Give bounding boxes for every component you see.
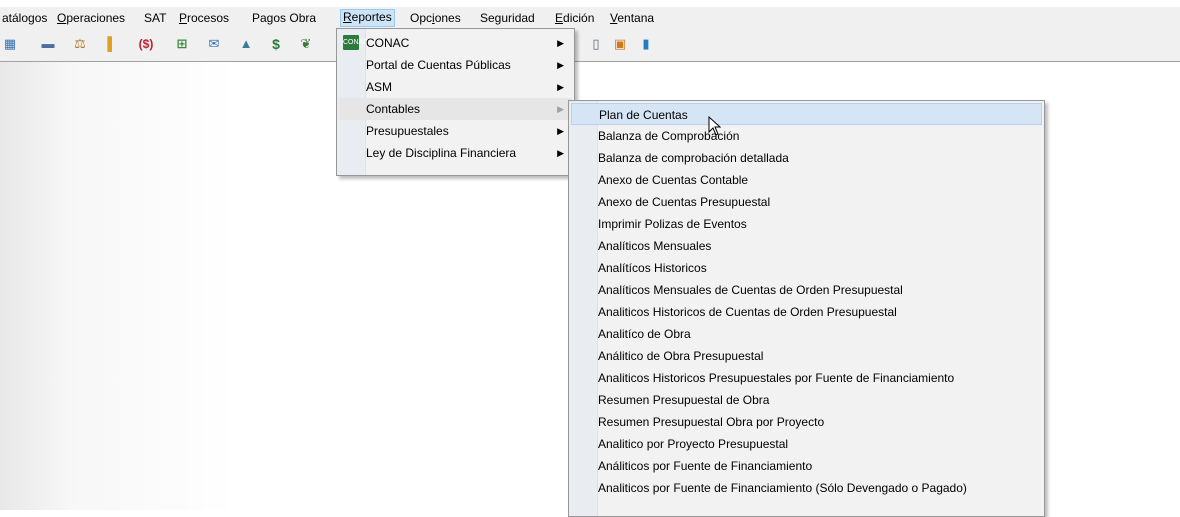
menu-item-label: Analitico por Proyecto Presupuestal <box>598 437 789 451</box>
menu-reportes[interactable]: Reportes <box>340 9 395 27</box>
submenu-arrow-icon: ▶ <box>557 148 564 158</box>
toolbar: ▦ ▬ ⚖ ▌ ($) ⊞ ✉ ▲ $ ❦ ▯ ▣ ▮ <box>0 27 1180 62</box>
menu-item-label: Resumen Presupuestal Obra por Proyecto <box>598 415 825 429</box>
menu-item-analitico-proyecto-presupuestal[interactable]: Analitico por Proyecto Presupuestal <box>571 433 1042 455</box>
plug-icon[interactable]: ▮ <box>638 36 654 52</box>
menu-item-anexo-cuentas-contable[interactable]: Anexo de Cuentas Contable <box>571 169 1042 191</box>
menu-label: dición <box>563 11 595 25</box>
menu-item-analiticos-fuente-financiamiento-devengado[interactable]: Analiticos por Fuente de Financiamiento … <box>571 477 1042 499</box>
submenu-arrow-icon: ▶ <box>557 60 564 70</box>
menu-edicion[interactable]: Edición <box>553 10 596 26</box>
envelope-chart-icon[interactable]: ✉ <box>206 36 222 52</box>
building-icon[interactable]: ⊞ <box>174 36 190 52</box>
leaf-icon[interactable]: ❦ <box>298 36 314 52</box>
menu-item-label: Analiticos Historicos Presupuestales por… <box>598 371 955 385</box>
menu-item-label: Analiticos Historicos de Cuentas de Orde… <box>598 305 897 319</box>
menu-item-analiticos-historicos-fuente-financiamiento[interactable]: Analiticos Historicos Presupuestales por… <box>571 367 1042 389</box>
contables-submenu: Plan de Cuentas Balanza de Comprobación … <box>568 100 1045 517</box>
menu-item-resumen-presupuestal-obra[interactable]: Resumen Presupuestal de Obra <box>571 389 1042 411</box>
grid-icon[interactable]: ▦ <box>2 36 18 52</box>
menu-item-analitico-obra-presupuestal[interactable]: Análitico de Obra Presupuestal <box>571 345 1042 367</box>
menu-item-anexo-cuentas-presupuestal[interactable]: Anexo de Cuentas Presupuestal <box>571 191 1042 213</box>
menu-mnemonic: E <box>555 11 564 25</box>
menu-bar: atálogos Operaciones SAT Procesos Pagos … <box>0 7 1180 27</box>
menu-label: Opc <box>410 11 433 25</box>
menu-item-analitico-de-obra[interactable]: Analitíco de Obra <box>571 323 1042 345</box>
menu-label: Seguridad <box>480 11 535 25</box>
menu-item-conac[interactable]: CONAC CONAC ▶ <box>339 32 572 54</box>
menu-item-balanza-comprobacion[interactable]: Balanza de Comprobación <box>571 125 1042 147</box>
menu-item-imprimir-polizas-eventos[interactable]: Imprimir Polizas de Eventos <box>571 213 1042 235</box>
menu-item-portal-cuentas-publicas[interactable]: Portal de Cuentas Públicas ▶ <box>339 54 572 76</box>
calculator-icon[interactable]: ▬ <box>40 36 56 52</box>
menu-item-label: Contables <box>366 102 421 116</box>
menu-item-analiticos-historicos-cuentas-orden[interactable]: Analiticos Historicos de Cuentas de Orde… <box>571 301 1042 323</box>
menu-procesos[interactable]: Procesos <box>177 10 231 26</box>
menu-item-label: ASM <box>366 80 393 94</box>
menu-mnemonic: R <box>343 10 352 24</box>
submenu-arrow-icon: ▶ <box>557 104 564 114</box>
menu-label: Pagos Obra <box>252 11 317 25</box>
menu-mnemonic: O <box>57 11 67 25</box>
menu-item-resumen-presupuestal-obra-proyecto[interactable]: Resumen Presupuestal Obra por Proyecto <box>571 411 1042 433</box>
menu-item-label: Resumen Presupuestal de Obra <box>598 393 770 407</box>
bar-chart-icon[interactable]: ▌ <box>104 36 120 52</box>
menu-opciones[interactable]: Opciones <box>408 10 463 26</box>
menu-operaciones[interactable]: Operaciones <box>55 10 127 26</box>
menu-label: entana <box>617 11 655 25</box>
document-icon[interactable]: ▲ <box>238 36 254 52</box>
menu-item-ley-disciplina-financiera[interactable]: Ley de Disciplina Financiera ▶ <box>339 142 572 164</box>
menu-item-analiticos-fuente-financiamiento[interactable]: Análiticos por Fuente de Financiamiento <box>571 455 1042 477</box>
menu-catalogos[interactable]: atálogos <box>0 10 49 26</box>
menu-item-label: CONAC <box>366 36 410 50</box>
submenu-arrow-icon: ▶ <box>557 126 564 136</box>
menu-item-analiticos-mensuales[interactable]: Analíticos Mensuales <box>571 235 1042 257</box>
menu-item-label: Análiticos por Fuente de Financiamiento <box>598 459 813 473</box>
menu-item-presupuestales[interactable]: Presupuestales ▶ <box>339 120 572 142</box>
menu-label: peraciones <box>66 11 126 25</box>
menu-mnemonic: P <box>179 11 188 25</box>
notebook-icon[interactable]: ▯ <box>588 36 604 52</box>
menu-item-label: Imprimir Polizas de Eventos <box>598 217 747 231</box>
menu-item-label: Portal de Cuentas Públicas <box>366 58 511 72</box>
menu-item-balanza-comprobacion-detallada[interactable]: Balanza de comprobación detallada <box>571 147 1042 169</box>
menu-ventana[interactable]: Ventana <box>608 10 656 26</box>
menu-item-label: Análitico de Obra Presupuestal <box>598 349 764 363</box>
menu-seguridad[interactable]: Seguridad <box>478 10 537 26</box>
scale-icon[interactable]: ⚖ <box>72 36 88 52</box>
dollar-icon[interactable]: $ <box>268 36 284 52</box>
menu-item-asm[interactable]: ASM ▶ <box>339 76 572 98</box>
window-title-bar <box>0 0 1180 7</box>
menu-pagos-obra[interactable]: Pagos Obra <box>250 10 318 26</box>
menu-item-contables[interactable]: Contables ▶ <box>339 98 572 120</box>
menu-label: ones <box>434 11 461 25</box>
menu-item-label: Plan de Cuentas <box>599 108 688 122</box>
money-icon[interactable]: ($) <box>134 36 158 52</box>
menu-item-label: Analitíco de Obra <box>598 327 691 341</box>
menu-item-label: Balanza de comprobación detallada <box>598 151 789 165</box>
menu-label: SAT <box>144 11 167 25</box>
menu-label: eportes <box>351 10 392 24</box>
submenu-arrow-icon: ▶ <box>557 38 564 48</box>
menu-item-plan-de-cuentas[interactable]: Plan de Cuentas <box>571 103 1042 125</box>
menu-sat[interactable]: SAT <box>142 10 168 26</box>
menu-item-label: Anexo de Cuentas Contable <box>598 173 749 187</box>
menu-item-label: Presupuestales <box>366 124 449 138</box>
menu-item-analiticos-mensuales-cuentas-orden[interactable]: Analíticos Mensuales de Cuentas de Orden… <box>571 279 1042 301</box>
menu-item-label: Ley de Disciplina Financiera <box>366 146 517 160</box>
menu-item-label: Analíticos Mensuales de Cuentas de Orden… <box>598 283 903 297</box>
conac-icon: CONAC <box>343 35 368 50</box>
reportes-menu: CONAC CONAC ▶ Portal de Cuentas Públicas… <box>336 28 575 176</box>
menu-item-analiticos-historicos[interactable]: Analítícos Historicos <box>571 257 1042 279</box>
menu-item-label: Analiticos por Fuente de Financiamiento … <box>598 481 967 495</box>
menu-label: atálogos <box>2 11 48 25</box>
menu-item-label: Anexo de Cuentas Presupuestal <box>598 195 771 209</box>
menu-item-label: Analíticos Mensuales <box>598 239 712 253</box>
menu-label: rocesos <box>187 11 230 25</box>
colorful-box-icon[interactable]: ▣ <box>612 36 628 52</box>
submenu-arrow-icon: ▶ <box>557 82 564 92</box>
menu-item-label: Analítícos Historicos <box>598 261 707 275</box>
